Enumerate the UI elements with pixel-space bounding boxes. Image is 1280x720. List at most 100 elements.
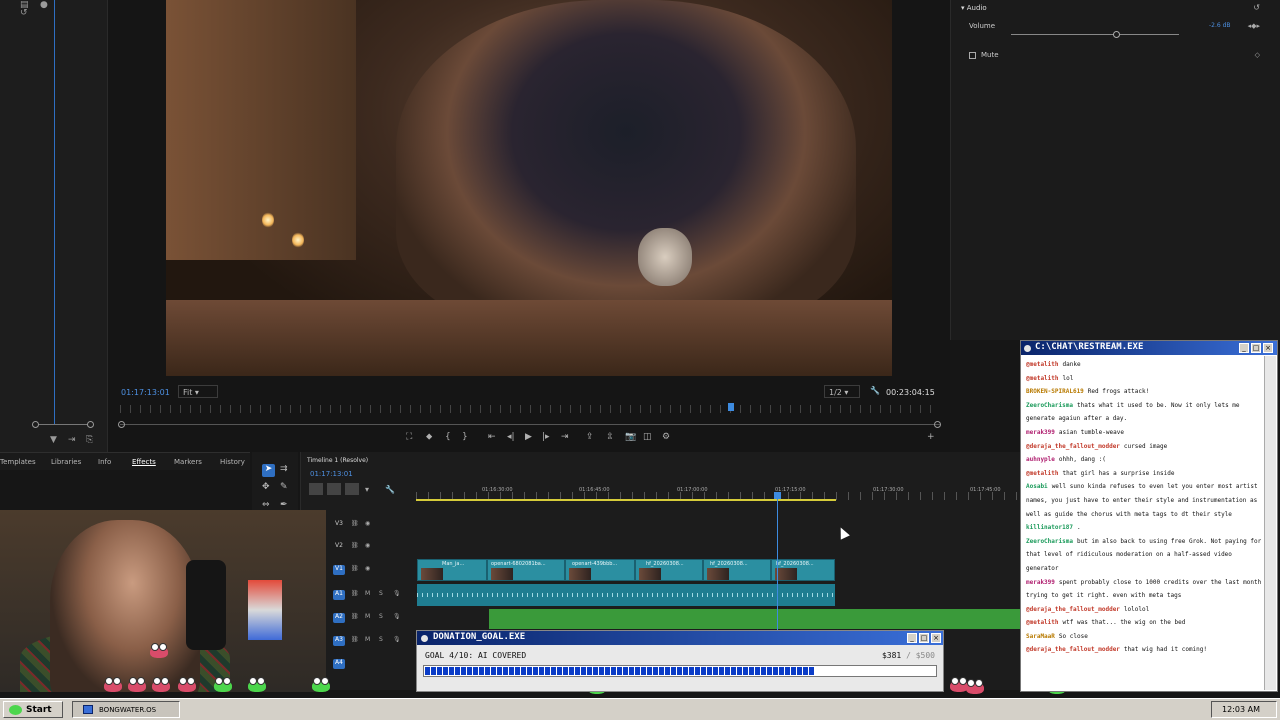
add-button-icon[interactable]: +	[927, 432, 935, 442]
minimize-icon[interactable]: _	[1239, 343, 1249, 353]
track-label[interactable]: A2	[333, 613, 345, 623]
track-select-icon[interactable]: ⇉	[280, 464, 288, 474]
audio-clip[interactable]	[417, 584, 835, 606]
chat-messages[interactable]: @metalith danke @metalith lol BROKEN-SPIRAL6…	[1026, 358, 1262, 686]
tab-markers[interactable]: Markers	[174, 458, 202, 466]
monitor-ruler[interactable]	[120, 403, 940, 413]
ripple-edit-icon[interactable]: ✥	[262, 482, 270, 492]
playhead-timecode[interactable]: 01:17:13:01	[121, 388, 170, 397]
mark-out-icon[interactable]: }	[462, 432, 468, 442]
solo-icon[interactable]: S	[379, 636, 383, 643]
settings-icon[interactable]: ⚙	[662, 432, 670, 442]
audio-clip-music[interactable]	[489, 609, 1021, 629]
linked-selection-icon[interactable]	[327, 483, 341, 495]
taskbar-item[interactable]: BONGWATER.OS	[72, 701, 180, 718]
lift-icon[interactable]: ⇪	[586, 432, 594, 442]
go-to-in-icon[interactable]: ⇤	[488, 432, 496, 442]
video-clip[interactable]: openart-6802081ba...	[487, 559, 565, 581]
timeline-timecode[interactable]: 01:17:13:01	[310, 470, 353, 478]
mute-icon[interactable]: M	[365, 613, 370, 620]
eye-icon[interactable]: ◉	[365, 542, 370, 549]
mic-icon[interactable]: 🎙	[393, 613, 401, 620]
sync-lock-icon[interactable]: ⛓	[351, 636, 359, 643]
panel-dot-icon[interactable]: ●	[40, 0, 48, 10]
track-label[interactable]: A4	[333, 659, 345, 669]
zoom-handle-left[interactable]	[32, 421, 39, 428]
wrench-icon[interactable]: 🔧	[870, 386, 880, 395]
volume-slider-knob[interactable]	[1113, 31, 1120, 38]
tab-libraries[interactable]: Libraries	[51, 458, 81, 466]
add-marker-button-icon[interactable]	[345, 483, 359, 495]
tab-templates[interactable]: Templates	[0, 458, 36, 466]
work-area-bar[interactable]	[416, 499, 836, 501]
timeline-playhead[interactable]	[777, 492, 778, 642]
clock[interactable]: 12:03 AM	[1222, 705, 1260, 714]
sync-lock-icon[interactable]: ⛓	[351, 613, 359, 620]
tab-effects[interactable]: Effects	[132, 458, 156, 466]
maximize-icon[interactable]: □	[919, 633, 929, 643]
mark-in-icon[interactable]: {	[445, 432, 451, 442]
mic-icon[interactable]: 🎙	[393, 590, 401, 597]
selection-tool-icon[interactable]: ➤	[262, 464, 275, 477]
mic-icon[interactable]: 🎙	[393, 636, 401, 643]
wrench-tool-icon[interactable]: 🔧	[385, 485, 395, 494]
step-back-icon[interactable]: ◂|	[507, 432, 515, 442]
volume-value[interactable]: -2.6 dB	[1209, 22, 1231, 29]
marker-icon[interactable]: ⬥	[426, 432, 432, 442]
video-clip[interactable]: hf_20260308...	[771, 559, 835, 581]
step-forward-icon[interactable]: |▸	[542, 432, 550, 442]
close-icon[interactable]: ×	[931, 633, 941, 643]
video-clip[interactable]: hf_20260308...	[635, 559, 703, 581]
monitor-zoom-handle-right[interactable]	[934, 421, 941, 428]
start-button[interactable]: Start	[3, 701, 63, 718]
snap-icon[interactable]	[309, 483, 323, 495]
minimize-icon[interactable]: _	[907, 633, 917, 643]
mute-icon[interactable]: M	[365, 636, 370, 643]
track-label[interactable]: V1	[333, 565, 345, 575]
zoom-handle-right[interactable]	[87, 421, 94, 428]
tab-info[interactable]: Info	[98, 458, 111, 466]
razor-icon[interactable]: ✎	[280, 482, 288, 492]
audio-section-toggle[interactable]: ▾ Audio	[961, 4, 987, 12]
play-icon[interactable]: ▶	[525, 432, 532, 442]
eye-icon[interactable]: ◉	[365, 565, 370, 572]
pen-tool-icon[interactable]: ✒	[280, 500, 288, 510]
donation-titlebar[interactable]: DONATION_GOAL.EXE _ □ ×	[417, 631, 943, 645]
extract-icon[interactable]: ⇫	[606, 432, 614, 442]
track-label[interactable]: V2	[333, 542, 345, 552]
video-clip[interactable]: openart-439bbb...	[565, 559, 635, 581]
volume-slider[interactable]	[1011, 31, 1179, 38]
sync-lock-icon[interactable]: ⛓	[351, 542, 359, 549]
monitor-playhead[interactable]	[728, 403, 734, 411]
track-label[interactable]: A1	[333, 590, 345, 600]
chat-titlebar[interactable]: C:\CHAT\RESTREAM.EXE _ □ ×	[1021, 341, 1277, 355]
marker-tool-icon[interactable]: ▾	[365, 485, 369, 494]
mute-icon[interactable]: M	[365, 590, 370, 597]
mute-keyframe-icon[interactable]: ◇	[1255, 51, 1260, 59]
sync-lock-icon[interactable]: ⛓	[351, 590, 359, 597]
solo-icon[interactable]: S	[379, 613, 383, 620]
filter-icon[interactable]: ▼	[50, 435, 57, 445]
timeline-tab[interactable]: Timeline 1 (Resolve)	[307, 457, 368, 464]
monitor-zoom-handle-left[interactable]	[118, 421, 125, 428]
mute-checkbox[interactable]	[969, 52, 976, 59]
add-marker-icon[interactable]: ⛶	[406, 432, 412, 442]
monitor-zoom-bar[interactable]	[120, 424, 940, 425]
resolution-select[interactable]: 1/2 ▾	[824, 385, 860, 398]
keyframe-nav-icon[interactable]: ◂◆▸	[1248, 22, 1260, 30]
camera-icon[interactable]: 📷	[625, 432, 636, 442]
track-label[interactable]: A3	[333, 636, 345, 646]
slip-tool-icon[interactable]: ⇔	[262, 500, 270, 510]
sync-lock-icon[interactable]: ⛓	[351, 565, 359, 572]
video-clip[interactable]: hf_20260308...	[703, 559, 771, 581]
compare-icon[interactable]: ◫	[643, 432, 652, 442]
chat-scrollbar[interactable]	[1264, 356, 1276, 690]
zoom-select[interactable]: Fit ▾	[178, 385, 218, 398]
panel-reset-icon[interactable]: ↺	[20, 8, 28, 18]
solo-icon[interactable]: S	[379, 590, 383, 597]
maximize-icon[interactable]: □	[1251, 343, 1261, 353]
sync-lock-icon[interactable]: ⛓	[351, 520, 359, 527]
eye-icon[interactable]: ◉	[365, 520, 370, 527]
video-clip[interactable]: Man_ja...	[417, 559, 487, 581]
zoom-scrollbar[interactable]	[34, 424, 92, 425]
